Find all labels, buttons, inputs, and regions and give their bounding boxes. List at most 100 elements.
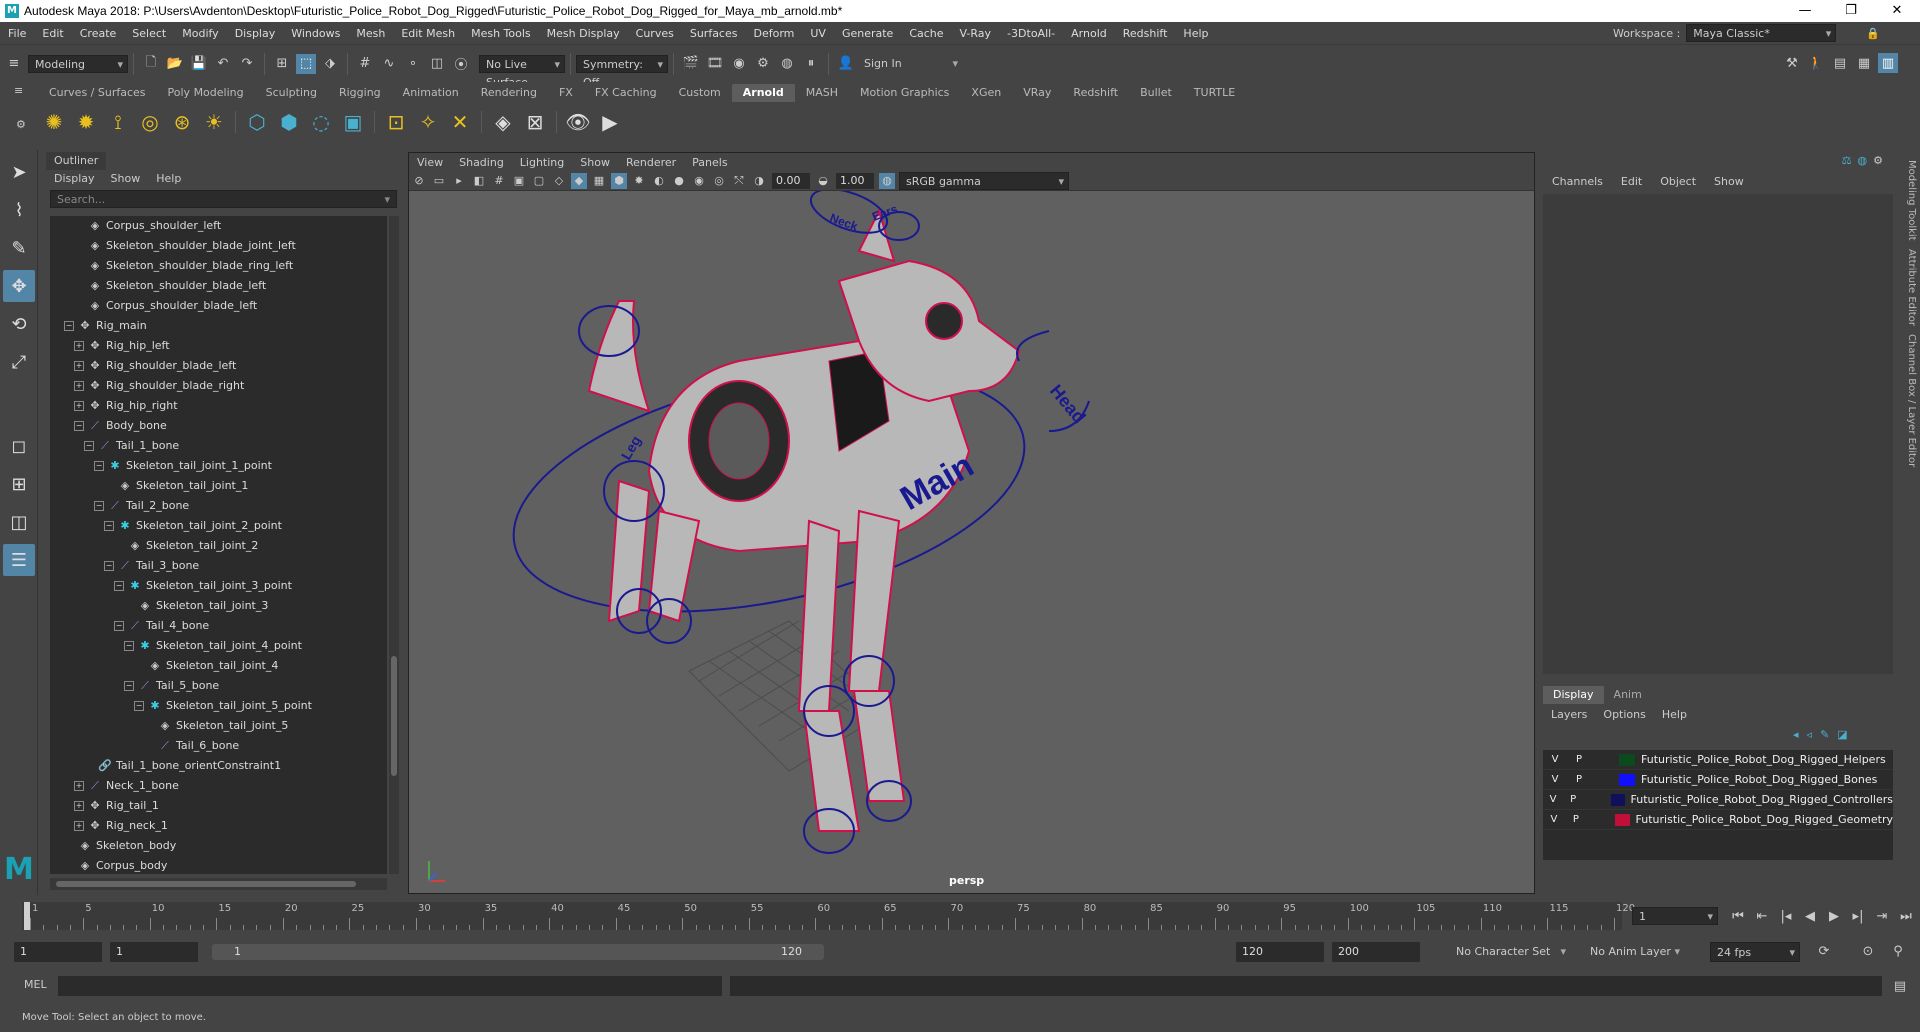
attribute-editor-icon[interactable]: ▤ (1830, 53, 1850, 73)
menu-edit-mesh[interactable]: Edit Mesh (393, 27, 463, 40)
layer-playback-toggle[interactable]: P (1565, 814, 1587, 825)
tool-settings-icon[interactable]: ▦ (1854, 53, 1874, 73)
menu-deform[interactable]: Deform (745, 27, 802, 40)
shelf-tab-arnold[interactable]: Arnold (731, 84, 795, 102)
anim-preferences-icon[interactable]: ⚲ (1888, 941, 1908, 961)
step-back-frame-icon[interactable]: |◂ (1776, 906, 1796, 926)
layer-menu-options[interactable]: Options (1595, 706, 1653, 724)
outliner-item[interactable]: + ✥ Rig_shoulder_blade_right (50, 376, 387, 396)
channel-menu-object[interactable]: Object (1651, 172, 1705, 192)
outliner-item[interactable]: − ⟋ Tail_1_bone (50, 436, 387, 456)
expand-icon[interactable]: + (74, 341, 84, 351)
shadows-icon[interactable]: ◐ (651, 173, 667, 189)
menu-mesh[interactable]: Mesh (348, 27, 393, 40)
render-frame-icon[interactable]: 🎞 (705, 54, 725, 74)
viewport-menu-shading[interactable]: Shading (451, 156, 512, 169)
film-gate-icon[interactable]: ▣ (511, 173, 527, 189)
menu-display[interactable]: Display (227, 27, 284, 40)
outliner-menu-show[interactable]: Show (103, 170, 149, 188)
layer-playback-toggle[interactable]: P (1567, 774, 1591, 785)
layer-color-swatch[interactable] (1614, 813, 1630, 826)
new-scene-icon[interactable]: 🗋 (141, 54, 161, 74)
render-view-icon[interactable]: 🎬 (681, 54, 701, 74)
rotate-tool-icon[interactable]: ⟲ (3, 308, 35, 340)
exposure-field[interactable]: 0.00 (772, 172, 810, 189)
image-plane-icon[interactable]: ◧ (471, 173, 487, 189)
snap-view-icon[interactable]: ◫ (427, 54, 447, 74)
shelf-tab-motion-graphics[interactable]: Motion Graphics (849, 84, 960, 102)
collapse-icon[interactable]: − (114, 621, 124, 631)
physical-sky-icon[interactable]: ⊛ (168, 108, 196, 136)
outliner-search-input[interactable]: Search... ▾ (50, 190, 397, 208)
collapse-icon[interactable]: − (64, 321, 74, 331)
collapse-icon[interactable]: − (74, 421, 84, 431)
collapse-icon[interactable]: − (104, 561, 114, 571)
outliner-item[interactable]: + ✥ Rig_hip_left (50, 336, 387, 356)
colorspace-dropdown[interactable]: sRGB gamma (899, 171, 1069, 191)
gamma-icon[interactable]: ◒ (815, 173, 831, 189)
menu-cache[interactable]: Cache (901, 27, 951, 40)
grid-toggle-icon[interactable]: # (491, 173, 507, 189)
menu-generate[interactable]: Generate (834, 27, 901, 40)
outliner-menu-display[interactable]: Display (46, 170, 103, 188)
outliner-item[interactable]: ◈ Skeleton_tail_joint_4 (50, 656, 387, 676)
layer-color-swatch[interactable] (1619, 773, 1635, 786)
step-back-key-icon[interactable]: ⇤ (1752, 906, 1772, 926)
camera-select-icon[interactable]: ⊘ (411, 173, 427, 189)
hypershade-icon[interactable]: ◍ (777, 54, 797, 74)
expand-icon[interactable]: + (74, 821, 84, 831)
collapse-icon[interactable]: − (134, 701, 144, 711)
shelf-tab-fx-caching[interactable]: FX Caching (584, 84, 668, 102)
xray-joints-icon[interactable]: ⤲ (731, 173, 747, 189)
outliner-item[interactable]: ◈ Corpus_shoulder_blade_left (50, 296, 387, 316)
menu-help[interactable]: Help (1175, 27, 1216, 40)
layer-visibility-toggle[interactable]: V (1543, 774, 1567, 785)
outliner-item[interactable]: − ⟋ Tail_3_bone (50, 556, 387, 576)
wireframe-on-shaded-icon[interactable]: ⬢ (611, 172, 627, 189)
collapse-icon[interactable]: − (94, 461, 104, 471)
xray-icon[interactable]: ◎ (711, 173, 727, 189)
play-backwards-icon[interactable]: ◀ (1800, 906, 1820, 926)
standin-icon[interactable]: ⬡ (243, 108, 271, 136)
viewport-menu-view[interactable]: View (409, 156, 451, 169)
shelf-tab-turtle[interactable]: TURTLE (1183, 84, 1246, 102)
layer-tab-display[interactable]: Display (1543, 686, 1604, 704)
shelf-tab-fx[interactable]: FX (548, 84, 584, 102)
outliner-item[interactable]: 🔗 Tail_1_bone_orientConstraint1 (50, 756, 387, 776)
shelf-tab-mash[interactable]: MASH (795, 84, 849, 102)
outliner-item[interactable]: − ✱ Skeleton_tail_joint_1_point (50, 456, 387, 476)
outliner-item[interactable]: + ✥ Rig_hip_right (50, 396, 387, 416)
close-button[interactable]: ✕ (1874, 0, 1920, 22)
pause-icon[interactable]: ⏸ (801, 54, 821, 74)
outliner-item[interactable]: ◈ Skeleton_tail_joint_5 (50, 716, 387, 736)
menu-v-ray[interactable]: V-Ray (952, 27, 1000, 40)
area-light-icon[interactable]: ✺ (40, 108, 68, 136)
arnold-renderview-icon[interactable]: 👁 (564, 108, 592, 136)
side-tab-modeling-toolkit[interactable]: Modeling Toolkit (1906, 160, 1917, 241)
move-layer-down-icon[interactable]: ◃ (1807, 728, 1813, 741)
menu-surfaces[interactable]: Surfaces (682, 27, 746, 40)
lasso-tool-icon[interactable]: ⌇ (3, 194, 35, 226)
menu-set-dropdown[interactable]: Modeling (28, 54, 128, 74)
collapse-icon[interactable]: − (104, 521, 114, 531)
viewport-menu-renderer[interactable]: Renderer (618, 156, 684, 169)
channel-box-toggle-icon[interactable]: ⚖ (1842, 154, 1852, 167)
new-layer-from-selected-icon[interactable]: ◪ (1837, 728, 1847, 741)
outliner-item[interactable]: + ✥ Rig_shoulder_blade_left (50, 356, 387, 376)
flush-textures-icon[interactable]: ✧ (414, 108, 442, 136)
current-frame-field[interactable]: 1 (1632, 907, 1718, 926)
isolate-select-icon[interactable]: ◉ (691, 173, 707, 189)
outliner-item[interactable]: + ⟋ Neck_1_bone (50, 776, 387, 796)
new-layer-icon[interactable]: ✎ (1820, 728, 1829, 741)
live-surface-field[interactable]: No Live Surface (479, 54, 565, 89)
outliner-item[interactable]: − ✱ Skeleton_tail_joint_4_point (50, 636, 387, 656)
paint-select-icon[interactable]: ✎ (3, 232, 35, 264)
menu-select[interactable]: Select (124, 27, 174, 40)
step-forward-key-icon[interactable]: ⇥ (1872, 906, 1892, 926)
layer-row[interactable]: V P Futuristic_Police_Robot_Dog_Rigged_Hel… (1543, 750, 1893, 770)
outliner-horizontal-scrollbar[interactable] (50, 878, 387, 890)
menu-redshift[interactable]: Redshift (1115, 27, 1176, 40)
layer-row[interactable]: V P Futuristic_Police_Robot_Dog_Rigged_Geo… (1543, 810, 1893, 830)
shelf-menu-icon[interactable]: ≡ (14, 84, 23, 97)
minimize-button[interactable]: — (1782, 0, 1828, 22)
